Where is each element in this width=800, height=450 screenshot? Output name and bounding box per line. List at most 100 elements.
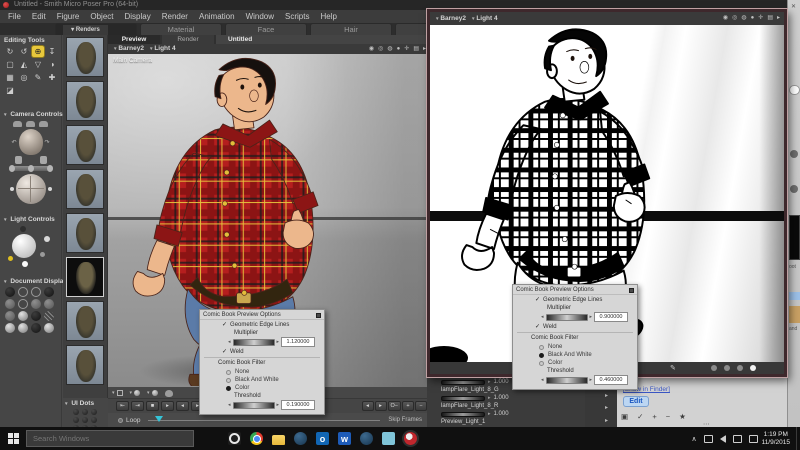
threshold-slider[interactable] bbox=[545, 376, 588, 384]
radio-color[interactable]: Color bbox=[200, 384, 324, 392]
display-style-icon[interactable] bbox=[5, 323, 15, 333]
media-player-taskbar-icon[interactable] bbox=[228, 432, 241, 445]
render-thumbnail-selected[interactable] bbox=[66, 257, 104, 297]
tab-hair[interactable]: Hair bbox=[310, 23, 392, 35]
dialog-close-icon[interactable] bbox=[316, 312, 321, 318]
selected-light-icon[interactable] bbox=[8, 256, 13, 261]
ui-dot[interactable] bbox=[73, 417, 79, 423]
dot-icon[interactable]: ● bbox=[751, 12, 755, 25]
new-folder-icon[interactable]: ▣ bbox=[621, 412, 628, 421]
light-controls[interactable] bbox=[0, 226, 56, 268]
head-camera-icon[interactable] bbox=[18, 129, 43, 155]
aperture-icon[interactable]: ◍ bbox=[741, 12, 746, 25]
browser-taskbar-icon[interactable] bbox=[294, 432, 307, 445]
slider-right-icon[interactable]: ▸ bbox=[590, 314, 593, 320]
tray-chevron-up-icon[interactable]: ∧ bbox=[691, 435, 696, 443]
slider-right-icon[interactable]: ▸ bbox=[590, 377, 593, 383]
ui-dot[interactable] bbox=[91, 417, 97, 423]
display-style-icon[interactable] bbox=[31, 323, 41, 333]
menu-object[interactable]: Object bbox=[90, 10, 113, 23]
render-thumbnail[interactable] bbox=[66, 169, 104, 209]
camera-dolly-bar[interactable] bbox=[8, 165, 53, 172]
edit-button[interactable]: Edit bbox=[623, 396, 649, 407]
loop-toggle[interactable] bbox=[118, 417, 123, 423]
dialog-close-icon[interactable] bbox=[629, 287, 634, 293]
tracking-icon[interactable] bbox=[164, 389, 173, 397]
expander-icon[interactable]: ▸ bbox=[605, 392, 617, 399]
render-thumbnail[interactable] bbox=[66, 213, 104, 253]
aspect-badge-icon[interactable]: ▤ bbox=[767, 12, 773, 25]
library-thumbnail[interactable] bbox=[789, 292, 800, 300]
light-dot-icon[interactable] bbox=[22, 261, 28, 267]
light-dot-icon[interactable] bbox=[40, 252, 45, 257]
battery-icon[interactable] bbox=[748, 434, 758, 443]
dial-value[interactable]: 1.000 bbox=[494, 395, 509, 401]
poser-taskbar-icon[interactable] bbox=[404, 432, 417, 445]
play-button[interactable]: ▸ bbox=[161, 401, 174, 411]
snapshot-icon[interactable]: ◎ bbox=[378, 44, 383, 54]
camera-controls-header[interactable]: ▾ Camera Controls bbox=[0, 109, 63, 119]
library-icon[interactable] bbox=[790, 150, 798, 158]
delete-keyframe-button[interactable]: − bbox=[415, 401, 427, 411]
parameter-dial[interactable] bbox=[441, 379, 485, 385]
camera-icon[interactable]: ◉ bbox=[723, 12, 728, 25]
library-search-input[interactable] bbox=[789, 85, 800, 95]
style-dropdown-icon[interactable]: ▾ bbox=[147, 390, 158, 396]
tab-preview[interactable]: Preview bbox=[108, 35, 160, 44]
last-frame-button[interactable]: ⇥ bbox=[131, 401, 144, 411]
slider-left-icon[interactable]: ◂ bbox=[541, 377, 544, 383]
render-thumbnail[interactable] bbox=[66, 345, 104, 385]
add-to-library-icon[interactable]: + bbox=[652, 412, 656, 421]
figure-selector[interactable]: ▾ Barney2 bbox=[436, 12, 466, 25]
step-back-button[interactable]: ◂ bbox=[176, 401, 189, 411]
prev-key-button[interactable]: ◂ bbox=[361, 401, 374, 411]
ui-dot[interactable] bbox=[91, 409, 97, 415]
light-controls-header[interactable]: ▾ Light Controls bbox=[0, 214, 61, 224]
remove-from-library-icon[interactable]: − bbox=[666, 412, 670, 421]
actor-selector[interactable]: ▾ Light 4 bbox=[472, 12, 498, 25]
display-style-icon[interactable] bbox=[18, 323, 28, 333]
app-taskbar-icon[interactable] bbox=[382, 432, 395, 445]
expander-icon[interactable]: ▸ bbox=[605, 404, 617, 411]
display-style-icon[interactable] bbox=[5, 299, 15, 309]
renders-panel-header[interactable]: ▾ Renders bbox=[63, 25, 108, 35]
menu-file[interactable]: File bbox=[8, 10, 21, 23]
geometric-edge-lines-checkbox[interactable]: ✓ Geometric Edge Lines bbox=[513, 295, 637, 304]
slider-left-icon[interactable]: ◂ bbox=[228, 339, 231, 345]
weld-checkbox[interactable]: ✓ Weld bbox=[513, 322, 637, 331]
view-magnifier-tool-icon[interactable]: ◎ bbox=[18, 72, 30, 83]
timeline-scrubber[interactable] bbox=[148, 415, 381, 422]
radio-black-and-white[interactable]: Black And White bbox=[513, 351, 637, 359]
document-tab-untitled[interactable]: Untitled bbox=[216, 35, 430, 44]
tab-material[interactable]: Material bbox=[140, 23, 222, 35]
rotate-tool-icon[interactable]: ↻ bbox=[4, 46, 16, 57]
pencil-icon[interactable]: ✎ bbox=[670, 364, 676, 372]
show-desktop-button[interactable] bbox=[796, 427, 800, 450]
rotate-right-icon[interactable]: ↷ bbox=[45, 139, 50, 146]
geometric-edge-lines-checkbox[interactable]: ✓ Geometric Edge Lines bbox=[200, 320, 324, 329]
camera-trackball[interactable] bbox=[9, 174, 52, 204]
stop-button[interactable]: ■ bbox=[146, 401, 159, 411]
actor-selector[interactable]: ▾ Light 4 bbox=[150, 44, 176, 54]
light-trackball[interactable] bbox=[12, 234, 36, 258]
parameter-label[interactable]: Preview_Light_1 bbox=[441, 418, 585, 426]
next-key-button[interactable]: ▸ bbox=[374, 401, 387, 411]
display-style-icon[interactable] bbox=[18, 311, 28, 321]
volume-icon[interactable] bbox=[719, 434, 726, 443]
translate-inout-tool-icon[interactable]: ↧ bbox=[46, 46, 58, 57]
playhead-marker[interactable] bbox=[155, 415, 164, 422]
add-keyframe-button[interactable]: + bbox=[402, 401, 414, 411]
ui-dot[interactable] bbox=[82, 409, 88, 415]
notification-icon[interactable] bbox=[732, 434, 742, 443]
fly-around-icon[interactable] bbox=[14, 156, 22, 164]
render-thumbnail[interactable] bbox=[66, 81, 104, 121]
render-thumbnail[interactable] bbox=[66, 301, 104, 341]
slider-right-icon[interactable]: ▸ bbox=[277, 339, 280, 345]
camera-controls[interactable]: ↶ ↷ bbox=[0, 119, 61, 204]
chevron-right-icon[interactable]: ▸ bbox=[423, 44, 426, 54]
threshold-value-field[interactable]: 0.460000 bbox=[594, 375, 629, 385]
taskbar-clock[interactable]: 1:19 PM 11/9/2015 bbox=[762, 431, 790, 446]
tab-face[interactable]: Face bbox=[225, 23, 307, 35]
library-thumbnail[interactable] bbox=[789, 215, 800, 260]
apply-icon[interactable]: ✓ bbox=[637, 412, 643, 421]
